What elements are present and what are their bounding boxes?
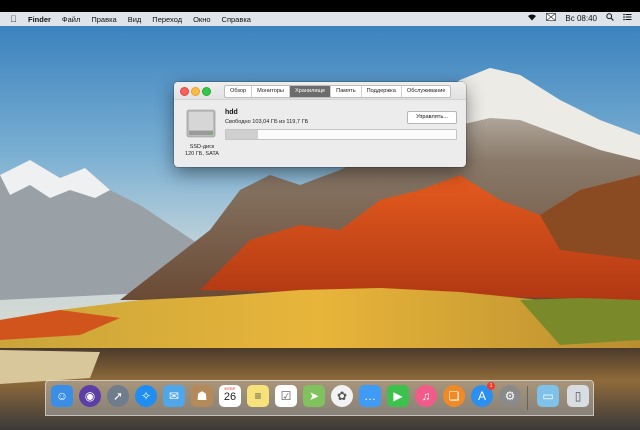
close-window-button[interactable] bbox=[180, 87, 189, 96]
window-titlebar[interactable]: Обзор Мониторы Хранилище Память Поддержк… bbox=[174, 82, 466, 100]
facetime-icon: ▶ bbox=[393, 389, 403, 403]
calendar-day: 26 bbox=[223, 391, 237, 403]
tab-storage[interactable]: Хранилище bbox=[289, 86, 332, 97]
dock-siri[interactable]: ◉ bbox=[79, 385, 101, 407]
photos-icon: ✿ bbox=[336, 389, 348, 403]
tab-service[interactable]: Обслуживание bbox=[402, 86, 451, 97]
notes-icon: ≡ bbox=[254, 389, 262, 403]
trash-icon: ▯ bbox=[574, 389, 582, 403]
desktop:  Finder Файл Правка Вид Переход Окно Сп… bbox=[0, 0, 640, 430]
dock-messages[interactable]: … bbox=[359, 385, 381, 407]
zoom-window-button[interactable] bbox=[202, 87, 211, 96]
folder-icon: ▭ bbox=[542, 389, 554, 403]
dock-mail[interactable]: ✉ bbox=[163, 385, 185, 407]
notification-center-icon[interactable] bbox=[623, 12, 632, 26]
dock-photos[interactable]: ✿ bbox=[331, 385, 353, 407]
apple-menu-icon[interactable]:  bbox=[10, 14, 20, 24]
wallpaper bbox=[0, 0, 640, 430]
dock-downloads-folder[interactable]: ▭ bbox=[537, 385, 559, 407]
menu-edit[interactable]: Правка bbox=[91, 15, 116, 24]
disk-type-label: SSD-диск 120 ГБ, SATA bbox=[174, 144, 230, 158]
storage-usage-fill bbox=[226, 130, 258, 139]
music-icon: ♫ bbox=[421, 389, 431, 403]
disk-free-space: Свободно 103,04 ГБ из 119,7 ГБ bbox=[225, 119, 309, 125]
messages-icon: … bbox=[364, 389, 376, 403]
menu-view[interactable]: Вид bbox=[128, 15, 142, 24]
menu-go[interactable]: Переход bbox=[152, 15, 182, 24]
maps-icon: ➤ bbox=[308, 389, 320, 403]
search-icon[interactable] bbox=[606, 12, 614, 26]
disk-spec: 120 ГБ, SATA bbox=[185, 151, 219, 157]
dock: ☺ ◉ ➚ ✧ ✉ ☗ ФЕВР. 26 ≡ ☑ ➤ ✿ … ▶ ♫ ❏ A 1 ⚙ ▭ ▯ bbox=[45, 380, 594, 416]
menu-file[interactable]: Файл bbox=[62, 15, 80, 24]
dock-trash[interactable]: ▯ bbox=[567, 385, 589, 407]
hard-drive-icon bbox=[186, 109, 216, 138]
menu-bar:  Finder Файл Правка Вид Переход Окно Сп… bbox=[0, 12, 640, 26]
dock-contacts[interactable]: ☗ bbox=[191, 385, 213, 407]
mail-icon: ✉ bbox=[168, 389, 180, 403]
tab-bar: Обзор Мониторы Хранилище Память Поддержк… bbox=[224, 85, 452, 98]
siri-icon: ◉ bbox=[84, 389, 96, 403]
disk-type: SSD-диск bbox=[189, 144, 215, 150]
dock-separator bbox=[527, 386, 528, 410]
disk-name: hdd bbox=[225, 109, 238, 116]
reminders-icon: ☑ bbox=[280, 389, 292, 403]
status-area: Вс 08:40 bbox=[518, 12, 632, 26]
tab-displays[interactable]: Мониторы bbox=[252, 86, 290, 97]
tab-support[interactable]: Поддержка bbox=[362, 86, 402, 97]
finder-icon: ☺ bbox=[55, 389, 69, 403]
dock-calendar[interactable]: ФЕВР. 26 bbox=[219, 385, 241, 407]
about-this-mac-window: Обзор Мониторы Хранилище Память Поддержк… bbox=[174, 82, 466, 167]
dock-system-preferences[interactable]: ⚙ bbox=[499, 385, 521, 407]
wifi-icon[interactable] bbox=[527, 12, 537, 26]
letterbox-top bbox=[0, 0, 640, 12]
tab-overview[interactable]: Обзор bbox=[225, 86, 253, 97]
book-icon: ❏ bbox=[448, 389, 460, 403]
dock-maps[interactable]: ➤ bbox=[303, 385, 325, 407]
dock-safari[interactable]: ✧ bbox=[135, 385, 157, 407]
dock-facetime[interactable]: ▶ bbox=[387, 385, 409, 407]
dock-notes[interactable]: ≡ bbox=[247, 385, 269, 407]
dock-ibooks[interactable]: ❏ bbox=[443, 385, 465, 407]
menu-help[interactable]: Справка bbox=[222, 15, 251, 24]
dock-launchpad[interactable]: ➚ bbox=[107, 385, 129, 407]
minimize-window-button[interactable] bbox=[191, 87, 200, 96]
menu-window[interactable]: Окно bbox=[193, 15, 210, 24]
manage-button[interactable]: Управлять... bbox=[407, 111, 457, 124]
dock-app-store[interactable]: A1 bbox=[471, 382, 495, 407]
clock[interactable]: Вс 08:40 bbox=[565, 12, 597, 26]
tab-memory[interactable]: Память bbox=[331, 86, 362, 97]
dock-finder[interactable]: ☺ bbox=[51, 385, 73, 407]
menu-app-finder[interactable]: Finder bbox=[28, 15, 51, 24]
notification-badge: 1 bbox=[487, 382, 495, 390]
dock-itunes[interactable]: ♫ bbox=[415, 385, 437, 407]
compass-icon: ✧ bbox=[140, 389, 152, 403]
language-flag-icon[interactable] bbox=[546, 12, 557, 26]
rocket-icon: ➚ bbox=[112, 389, 124, 403]
storage-usage-bar bbox=[225, 129, 457, 140]
gear-icon: ⚙ bbox=[504, 389, 516, 403]
dock-reminders[interactable]: ☑ bbox=[275, 385, 297, 407]
contacts-icon: ☗ bbox=[196, 389, 208, 403]
